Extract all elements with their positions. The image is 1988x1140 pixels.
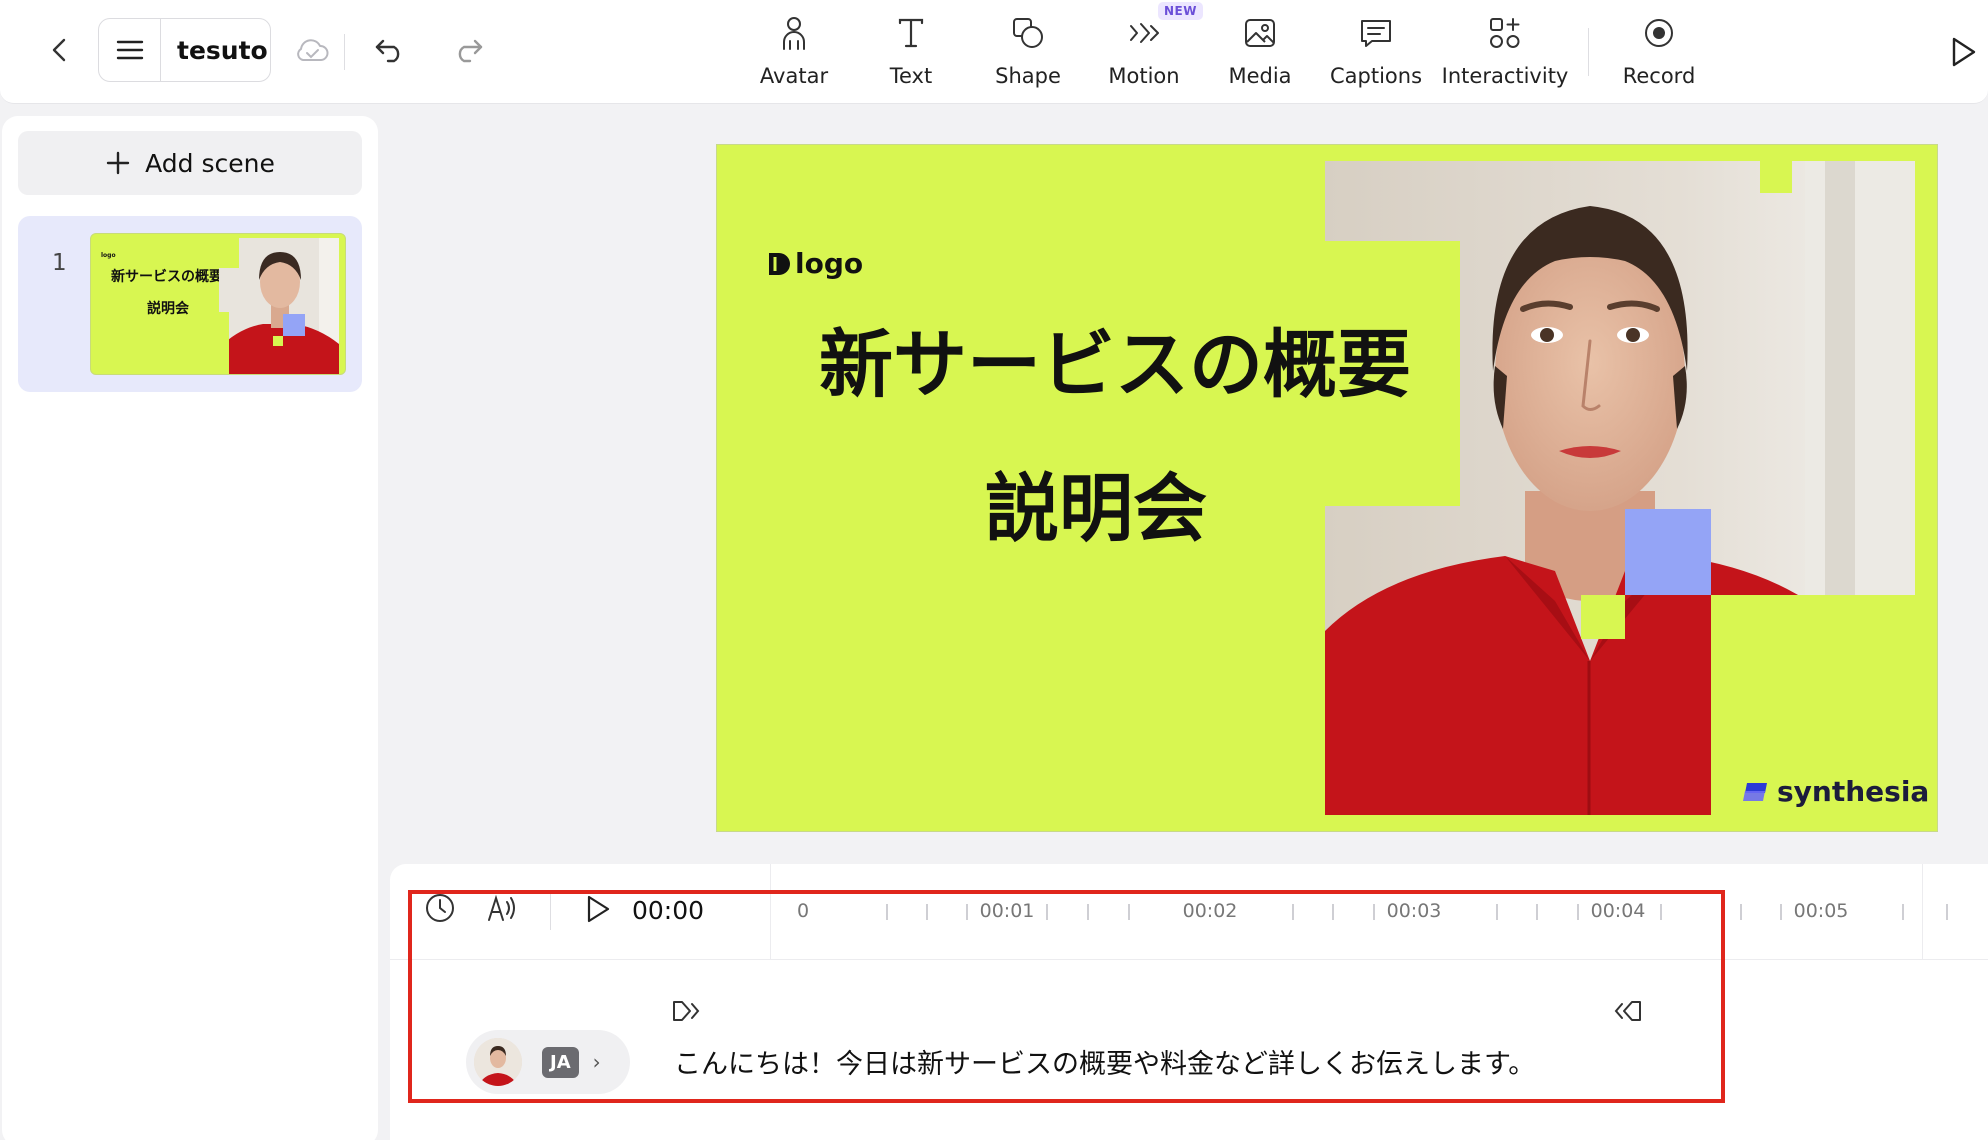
tool-interactivity[interactable]: Interactivity — [1442, 12, 1568, 92]
tool-avatar[interactable]: Avatar — [752, 12, 836, 92]
tool-record[interactable]: Record — [1614, 12, 1704, 92]
redo-button[interactable] — [448, 30, 488, 70]
tool-label: Record — [1622, 64, 1696, 88]
thumb-avatar-image — [219, 238, 339, 374]
slide-logo-text: logo — [795, 247, 864, 280]
tool-shape[interactable]: Shape — [988, 12, 1068, 92]
shape-icon — [1013, 18, 1043, 48]
scene-number: 1 — [52, 250, 67, 276]
tool-label: Media — [1228, 64, 1292, 88]
divider — [344, 34, 345, 70]
project-title[interactable]: tesuto — [161, 36, 270, 65]
tool-label: Text — [889, 64, 933, 88]
media-icon — [1245, 19, 1275, 47]
highlight-box — [408, 890, 1725, 1103]
tool-label: Shape — [995, 64, 1061, 88]
thumb-title-line-1: 新サービスの概要 — [111, 269, 223, 285]
add-scene-label: Add scene — [145, 148, 275, 178]
captions-icon — [1361, 20, 1391, 47]
slide-title-line-1[interactable]: 新サービスの概要 — [819, 305, 1411, 412]
thumb-title-line-2: 説明会 — [147, 301, 189, 317]
play-icon — [1952, 37, 1976, 67]
synthesia-logo-icon — [1743, 782, 1767, 801]
undo-icon — [375, 39, 400, 63]
main-menu-button[interactable] — [99, 19, 161, 81]
tool-label: Avatar — [759, 64, 829, 88]
interactivity-icon — [1490, 18, 1520, 48]
preview-play-button[interactable] — [1943, 32, 1983, 72]
tool-label: Motion — [1108, 64, 1180, 88]
tick — [1902, 904, 1904, 920]
slide-title-line-2[interactable]: 説明会 — [985, 449, 1207, 556]
top-toolbar: tesuto Avatar Text Shape Motion NEW Medi… — [0, 0, 1988, 104]
cloud-sync-status — [292, 32, 332, 72]
tick — [1780, 904, 1782, 920]
new-badge: NEW — [1158, 2, 1203, 20]
tool-text[interactable]: Text — [872, 12, 950, 92]
logo-mark-icon — [769, 252, 790, 275]
tick — [1740, 904, 1742, 920]
tool-motion[interactable]: Motion — [1100, 12, 1188, 92]
tool-label: Captions — [1329, 64, 1423, 88]
brand-text: synthesia — [1777, 775, 1930, 808]
tool-captions[interactable]: Captions — [1328, 12, 1424, 92]
tool-media[interactable]: Media — [1222, 12, 1298, 92]
avatar-image[interactable] — [1325, 161, 1915, 815]
plus-icon — [106, 151, 130, 175]
back-button[interactable] — [40, 30, 80, 70]
add-scene-button[interactable]: Add scene — [18, 131, 362, 195]
avatar-icon — [783, 17, 805, 50]
cloud-check-icon — [297, 39, 329, 61]
slide-canvas[interactable]: logo 新サービスの概要 説明会 synthesia — [716, 144, 1938, 832]
project-box: tesuto — [98, 18, 271, 82]
slide-logo[interactable]: logo — [767, 247, 863, 280]
tick-label: 00:05 — [1793, 900, 1849, 922]
divider — [1922, 864, 1923, 960]
scene-thumbnail[interactable]: logo 新サービスの概要 説明会 — [90, 233, 346, 375]
brand-watermark: synthesia — [1741, 775, 1929, 808]
tool-label: Interactivity — [1441, 64, 1569, 88]
scene-card[interactable]: 1 logo 新サービスの概要 説明会 — [18, 216, 362, 392]
motion-icon — [1130, 23, 1159, 43]
chevron-left-icon — [52, 38, 66, 62]
text-icon — [898, 18, 924, 48]
record-icon — [1645, 19, 1673, 47]
undo-button[interactable] — [370, 30, 410, 70]
redo-icon — [458, 39, 483, 63]
scenes-panel: Add scene 1 logo 新サービスの概要 説明会 — [2, 116, 378, 1140]
divider — [1588, 28, 1589, 76]
thumb-logo: logo — [101, 252, 116, 259]
tick — [1946, 904, 1948, 920]
hamburger-icon — [116, 40, 143, 60]
